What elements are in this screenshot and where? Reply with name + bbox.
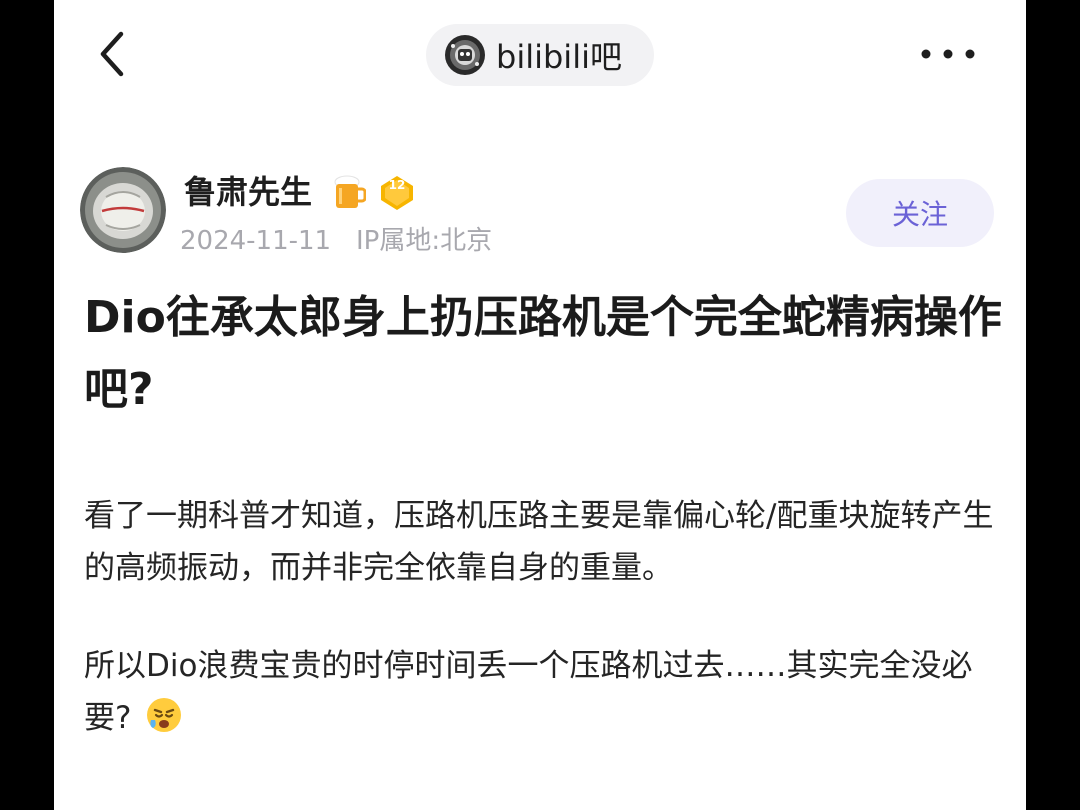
post-paragraph: 看了一期科普才知道，压路机压路主要是靠偏心轮/配重块旋转产生的高频振动，而并非完… <box>84 498 994 586</box>
follow-button-label: 关注 <box>891 198 948 231</box>
more-horizontal-icon <box>921 49 975 59</box>
more-options-button[interactable] <box>914 32 982 76</box>
post-paragraph: 所以Dio浪费宝贵的时停时间丢一个压路机过去……其实完全没必要? <box>84 640 1009 744</box>
forum-name: bilibili吧 <box>496 38 622 76</box>
level-number: 12 <box>388 178 406 192</box>
post-date: 2024-11-11 <box>180 226 332 256</box>
post-screen: bilibili吧 鲁肃先生 12 2024-11-11 IP属地:北京 关注 … <box>54 0 1026 810</box>
author-avatar[interactable] <box>80 167 166 253</box>
follow-button[interactable]: 关注 <box>846 179 994 247</box>
forum-logo-icon <box>445 35 485 75</box>
post-title: Dio往承太郎身上扔压路机是个完全蛇精病操作吧? <box>84 292 1002 415</box>
back-button[interactable] <box>88 28 136 80</box>
post-paragraph-text: 所以Dio浪费宝贵的时停时间丢一个压路机过去……其实完全没必要? <box>84 648 973 736</box>
beer-mug-icon <box>334 175 366 208</box>
crying-face-emoji-icon <box>147 698 182 732</box>
chevron-left-icon <box>100 31 124 77</box>
avatar-image <box>80 167 166 253</box>
ip-location: IP属地:北京 <box>356 226 493 256</box>
author-name[interactable]: 鲁肃先生 <box>184 170 312 214</box>
forum-link[interactable]: bilibili吧 <box>426 24 654 86</box>
